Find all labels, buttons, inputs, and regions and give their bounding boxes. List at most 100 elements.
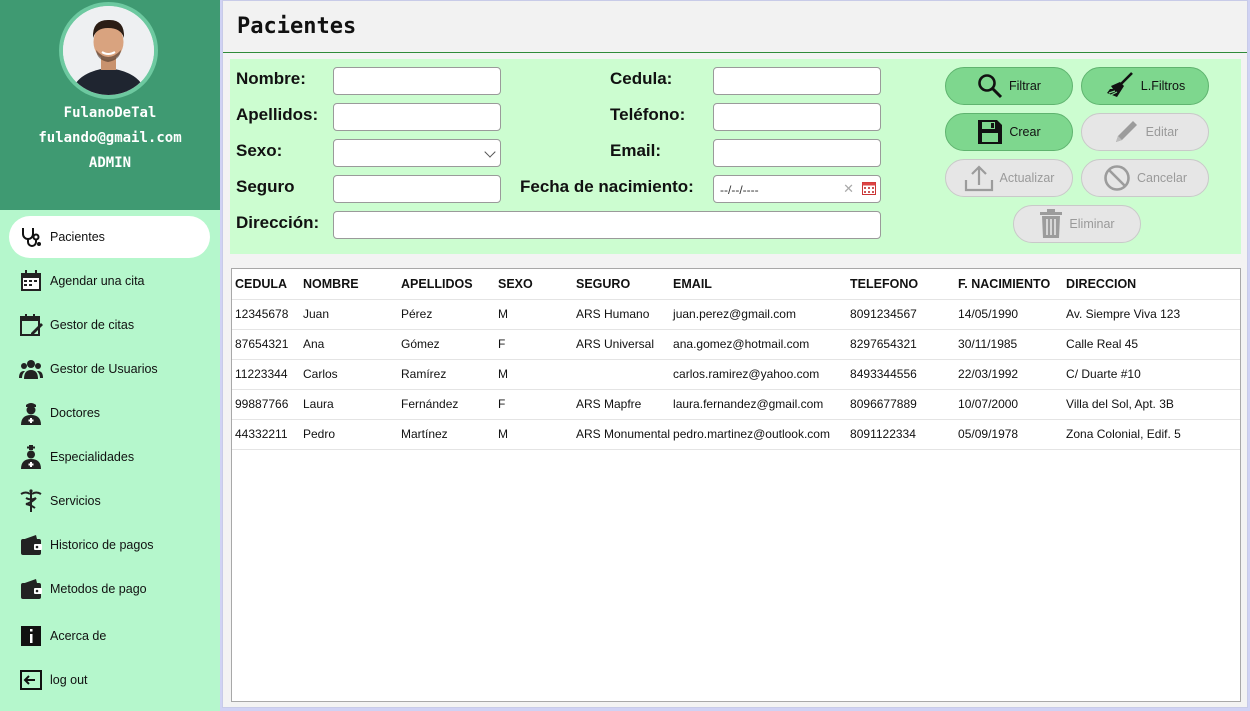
wallet-icon: [19, 533, 43, 557]
doctor-icon: [19, 401, 43, 425]
column-header-fecha-nacimiento[interactable]: F. NACIMIENTO: [955, 269, 1064, 300]
cell-nombre: Pedro: [300, 419, 398, 450]
sidebar-item-historico-pagos[interactable]: Historico de pagos: [9, 524, 210, 566]
sidebar-item-label: Metodos de pago: [50, 582, 147, 596]
cell-seguro: ARS Universal: [573, 329, 671, 360]
column-header-email[interactable]: EMAIL: [670, 269, 848, 300]
sidebar-item-especialidades[interactable]: Especialidades: [9, 436, 210, 478]
cancelar-button[interactable]: Cancelar: [1081, 159, 1209, 197]
sidebar-item-metodos-pago[interactable]: Metodos de pago: [9, 568, 210, 610]
table-row[interactable]: 87654321 Ana Gómez F ARS Universal ana.g…: [232, 329, 1240, 360]
column-header-apellidos[interactable]: APELLIDOS: [398, 269, 495, 300]
eliminar-button[interactable]: Eliminar: [1013, 205, 1141, 243]
nombre-label: Nombre:: [236, 69, 306, 88]
email-input[interactable]: [713, 139, 881, 167]
cell-sexo: M: [495, 419, 573, 450]
column-header-nombre[interactable]: NOMBRE: [300, 269, 398, 300]
direccion-input[interactable]: [333, 211, 881, 239]
cell-cedula: 11223344: [232, 359, 300, 390]
cell-fecha-nacimiento: 14/05/1990: [955, 299, 1064, 330]
cell-telefono: 8493344556: [847, 359, 956, 390]
cell-nombre: Carlos: [300, 359, 398, 390]
crear-button[interactable]: Crear: [945, 113, 1073, 151]
actualizar-button[interactable]: Actualizar: [945, 159, 1073, 197]
info-icon: [19, 624, 43, 648]
nombre-input[interactable]: [333, 67, 501, 95]
table-row[interactable]: 44332211 Pedro Martínez M ARS Monumental…: [232, 419, 1240, 450]
sidebar-item-gestor-usuarios[interactable]: Gestor de Usuarios: [9, 348, 210, 390]
cell-telefono: 8297654321: [847, 329, 956, 360]
cell-fecha-nacimiento: 10/07/2000: [955, 389, 1064, 420]
actualizar-label: Actualizar: [999, 171, 1055, 185]
eliminar-label: Eliminar: [1069, 217, 1115, 231]
column-header-direccion[interactable]: DIRECCION: [1063, 269, 1240, 300]
sidebar-item-gestor-citas[interactable]: Gestor de citas: [9, 304, 210, 346]
patients-table: CEDULA NOMBRE APELLIDOS SEXO SEGURO EMAI…: [231, 268, 1241, 702]
fecha-nacimiento-input[interactable]: --/--/---- ✕: [713, 175, 881, 203]
table-row[interactable]: 99887766 Laura Fernández F ARS Mapfre la…: [232, 389, 1240, 420]
sidebar-item-label: Historico de pagos: [50, 538, 154, 552]
editar-label: Editar: [1145, 125, 1179, 139]
title-bar: Pacientes: [223, 1, 1247, 53]
filtrar-button[interactable]: Filtrar: [945, 67, 1073, 105]
specialist-icon: [19, 445, 43, 469]
sidebar: FulanoDeTal fulando@gmail.com ADMIN Paci…: [0, 0, 220, 711]
cell-sexo: F: [495, 389, 573, 420]
cell-telefono: 8096677889: [847, 389, 956, 420]
seguro-input[interactable]: [333, 175, 501, 203]
sidebar-item-agendar-cita[interactable]: Agendar una cita: [9, 260, 210, 302]
column-header-sexo[interactable]: SEXO: [495, 269, 573, 300]
sidebar-item-label: Pacientes: [50, 230, 105, 244]
users-icon: [19, 357, 43, 381]
cedula-label: Cedula:: [610, 69, 673, 88]
sidebar-item-acerca-de[interactable]: Acerca de: [9, 615, 210, 657]
fecha-nacimiento-label: Fecha de nacimiento:: [520, 177, 694, 196]
sidebar-item-logout[interactable]: log out: [9, 659, 210, 701]
direccion-label: Dirección:: [236, 213, 320, 232]
cell-telefono: 8091122334: [847, 419, 956, 450]
clear-icon[interactable]: ✕: [843, 181, 854, 197]
cell-apellidos: Ramírez: [398, 359, 495, 390]
cell-seguro: [573, 359, 671, 390]
cell-nombre: Laura: [300, 389, 398, 420]
cell-sexo: F: [495, 329, 573, 360]
table-row[interactable]: 12345678 Juan Pérez M ARS Humano juan.pe…: [232, 299, 1240, 330]
limpiar-filtros-button[interactable]: L.Filtros: [1081, 67, 1209, 105]
logout-icon: [19, 668, 43, 692]
column-header-cedula[interactable]: CEDULA: [232, 269, 300, 300]
apellidos-input[interactable]: [333, 103, 501, 131]
apellidos-label: Apellidos:: [236, 105, 319, 124]
cell-cedula: 12345678: [232, 299, 300, 330]
cell-nombre: Juan: [300, 299, 398, 330]
cell-email: laura.fernandez@gmail.com: [670, 389, 848, 420]
telefono-input[interactable]: [713, 103, 881, 131]
broom-icon: [1106, 72, 1133, 97]
cell-telefono: 8091234567: [847, 299, 956, 330]
cedula-input[interactable]: [713, 67, 881, 95]
editar-button[interactable]: Editar: [1081, 113, 1209, 151]
column-header-seguro[interactable]: SEGURO: [573, 269, 671, 300]
cell-apellidos: Gómez: [398, 329, 495, 360]
sidebar-item-pacientes[interactable]: Pacientes: [9, 216, 210, 258]
wallet-icon: [19, 577, 43, 601]
column-header-telefono[interactable]: TELEFONO: [847, 269, 956, 300]
cell-direccion: Villa del Sol, Apt. 3B: [1063, 389, 1240, 420]
sidebar-item-label: Especialidades: [50, 450, 135, 464]
cancel-icon: [1104, 165, 1130, 191]
email-label: Email:: [610, 141, 662, 160]
sidebar-item-doctores[interactable]: Doctores: [9, 392, 210, 434]
cancelar-label: Cancelar: [1136, 171, 1188, 185]
table-row[interactable]: 11223344 Carlos Ramírez M carlos.ramirez…: [232, 359, 1240, 390]
calendar-picker-icon[interactable]: [862, 181, 876, 195]
caduceus-icon: [19, 489, 43, 513]
cell-seguro: ARS Mapfre: [573, 389, 671, 420]
sidebar-item-servicios[interactable]: Servicios: [9, 480, 210, 522]
table-header-row: CEDULA NOMBRE APELLIDOS SEXO SEGURO EMAI…: [232, 269, 1240, 300]
sidebar-item-label: Agendar una cita: [50, 274, 145, 288]
cell-sexo: M: [495, 359, 573, 390]
calendar-edit-icon: [19, 313, 43, 337]
sexo-select[interactable]: [333, 139, 501, 167]
avatar-image: [63, 6, 154, 95]
cell-direccion: Zona Colonial, Edif. 5: [1063, 419, 1240, 450]
seguro-label: Seguro: [236, 177, 295, 196]
